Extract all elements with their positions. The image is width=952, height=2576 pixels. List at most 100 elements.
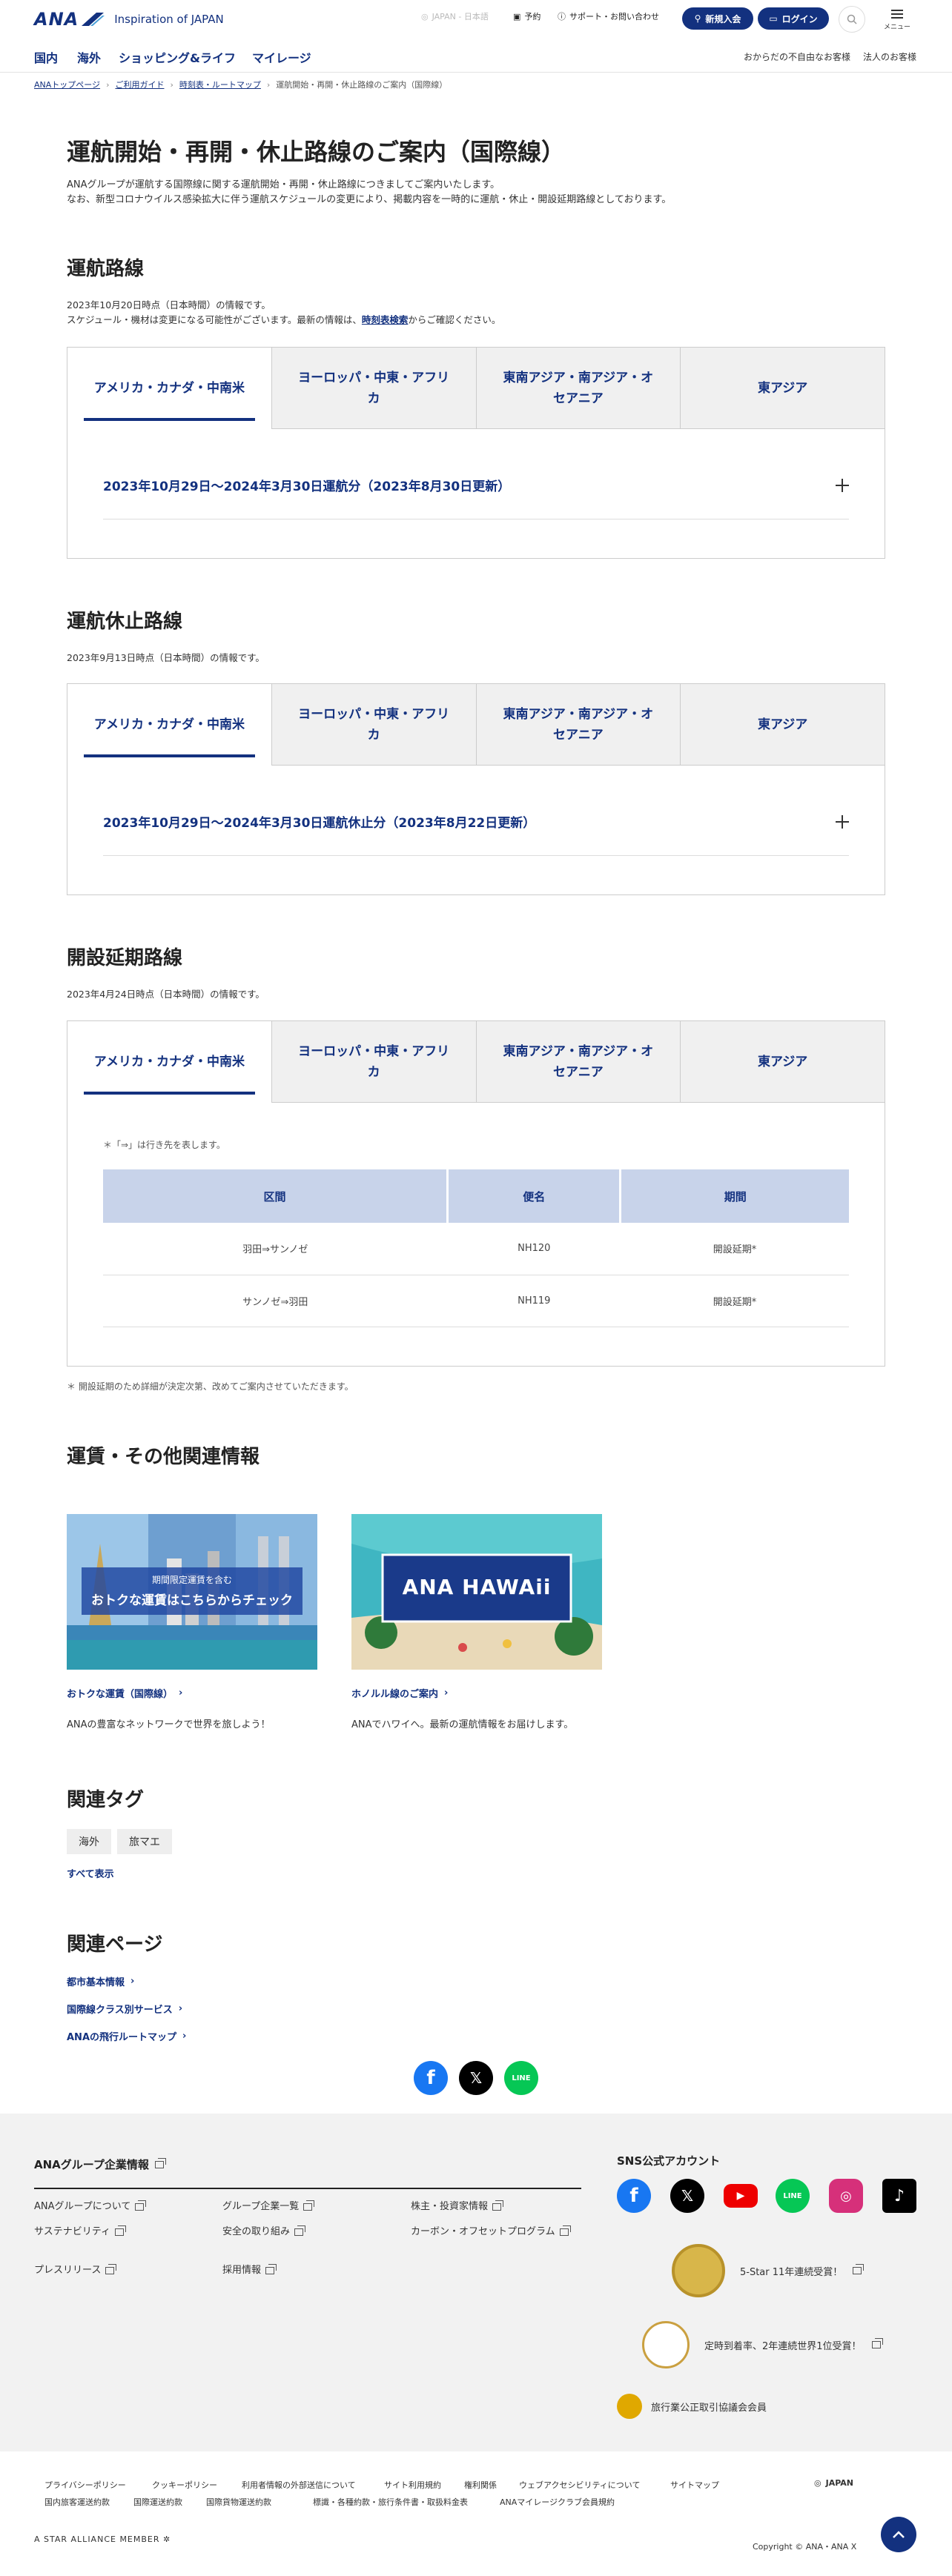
join-button[interactable]: ⚲ 新規入会 — [682, 7, 753, 30]
tab-east-asia[interactable]: 東アジア — [680, 1021, 885, 1103]
wing-icon — [80, 11, 105, 27]
related-link-route-map[interactable]: ANAの飛行ルートマップ › — [67, 2029, 186, 2043]
cirium-award[interactable]: 定時到着率、2年連続世界1位受賞！ — [642, 2321, 883, 2368]
skytrax-award[interactable]: 5-Star 11年連続受賞！ — [672, 2244, 865, 2297]
tab-southeast-asia[interactable]: 東南アジア・南アジア・オセアニア — [475, 1021, 681, 1103]
copyright: Copyright © ANA・ANA X — [753, 2542, 857, 2552]
external-link-icon — [294, 2225, 306, 2236]
amc-terms-link[interactable]: ANAマイレージクラブ会員規約 — [500, 2496, 615, 2508]
fare-description: ANAの豊富なネットワークで世界を旅しよう！ — [67, 1719, 271, 1730]
arrow-legend: ＊「⇒」は行き先を表します。 — [103, 1140, 225, 1150]
login-button[interactable]: ▭ ログイン — [758, 7, 829, 30]
nav-mileage[interactable]: マイレージ — [252, 48, 311, 66]
share-line-icon[interactable]: LINE — [504, 2061, 538, 2095]
hawaii-banner-image[interactable]: ANA HAWAii — [351, 1514, 602, 1670]
star-alliance-logo[interactable]: A STAR ALLIANCE MEMBER ✲ — [34, 2534, 171, 2544]
external-transmission-link[interactable]: 利用者情報の外部送信について — [242, 2479, 356, 2491]
tab-east-asia[interactable]: 東アジア — [680, 348, 885, 429]
back-to-top-button[interactable] — [881, 2517, 916, 2552]
cargo-carriage-link[interactable]: 国際貨物運送約款 — [206, 2496, 271, 2508]
corp-link-sustainability[interactable]: サステナビリティ — [34, 2225, 126, 2240]
corp-link-investors[interactable]: 株主・投資家情報 — [411, 2200, 504, 2214]
intro-text: ANAグループが運航する国際線に関する運航開始・再開・休止路線につきましてご案内… — [67, 179, 672, 205]
column-header: 区間 — [103, 1169, 448, 1223]
fare-banner-image[interactable]: 期間限定運賃を含む おトクな運賃はこちらからチェック — [67, 1514, 317, 1670]
timetable-search-link[interactable]: 時刻表検索 — [362, 314, 409, 325]
tab-southeast-asia[interactable]: 東南アジア・南アジア・オセアニア — [475, 348, 681, 429]
accessibility-link[interactable]: ウェブアクセシビリティについて — [519, 2479, 640, 2491]
flight-cell: NH119 — [447, 1275, 621, 1327]
tab-europe[interactable]: ヨーロッパ・中東・アフリカ — [271, 684, 476, 766]
corp-link-careers[interactable]: 採用情報 — [222, 2263, 277, 2278]
domestic-carriage-link[interactable]: 国内旅客運送約款 — [44, 2496, 110, 2508]
tab-southeast-asia[interactable]: 東南アジア・南アジア・オセアニア — [475, 684, 681, 766]
youtube-icon[interactable]: ▶ — [724, 2184, 758, 2208]
fare-link[interactable]: おトクな運賃（国際線） › — [67, 1686, 317, 1700]
plus-icon — [836, 814, 849, 829]
chevron-right-icon: › — [106, 79, 110, 90]
tag-overseas[interactable]: 海外 — [67, 1829, 111, 1854]
support-link[interactable]: ⓘ サポート・お問い合わせ — [558, 10, 659, 22]
corp-link-safety[interactable]: 安全の取り組み — [222, 2225, 306, 2240]
tab-europe[interactable]: ヨーロッパ・中東・アフリカ — [271, 1021, 476, 1103]
external-link-icon — [559, 2225, 571, 2236]
tab-americas[interactable]: アメリカ・カナダ・中南米 — [67, 684, 271, 766]
operating-tabs: アメリカ・カナダ・中南米 ヨーロッパ・中東・アフリカ 東南アジア・南アジア・オセ… — [67, 347, 885, 559]
line-icon[interactable]: LINE — [776, 2179, 810, 2213]
terms-link[interactable]: サイト利用規約 — [384, 2479, 441, 2491]
operating-accordion[interactable]: 2023年10月29日～2024年3月30日運航分（2023年8月30日更新） — [103, 451, 849, 519]
suspended-note: 2023年9月13日時点（日本時間）の情報です。 — [67, 652, 265, 663]
breadcrumb-top[interactable]: ANAトップページ — [34, 79, 100, 90]
banner-subtitle: 期間限定運賃を含む — [151, 1575, 232, 1585]
sitemap-link[interactable]: サイトマップ — [670, 2479, 719, 2491]
honolulu-link[interactable]: ホノルル線のご案内 › — [351, 1686, 602, 1700]
intl-carriage-link[interactable]: 国際運送約款 — [133, 2496, 182, 2508]
facebook-icon[interactable]: f — [617, 2179, 651, 2213]
menu-button[interactable]: メニュー — [882, 7, 912, 31]
language-switch[interactable]: ◎ JAPAN - 日本語 — [421, 10, 489, 22]
tag-pre-trip[interactable]: 旅マエ — [117, 1829, 172, 1854]
ana-logo[interactable]: ANA Inspiration of JAPAN — [34, 9, 224, 30]
nav-accessibility[interactable]: おからだの不自由なお客様 — [744, 50, 850, 63]
external-link-icon — [135, 2200, 147, 2211]
fees-link[interactable]: 標識・各種約款・旅行条件書・取扱料金表 — [313, 2496, 468, 2508]
corp-info-heading[interactable]: ANAグループ企業情報 — [34, 2157, 166, 2172]
x-icon[interactable]: 𝕏 — [670, 2179, 704, 2213]
related-link-city-info[interactable]: 都市基本情報 › — [67, 1974, 134, 1988]
search-button[interactable] — [839, 6, 865, 33]
tiktok-icon[interactable]: ♪ — [882, 2179, 916, 2213]
suspended-accordion[interactable]: 2023年10月29日～2024年3月30日運航休止分（2023年8月22日更新… — [103, 788, 849, 856]
related-link-class-service[interactable]: 国際線クラス別サービス › — [67, 2002, 182, 2016]
tab-americas[interactable]: アメリカ・カナダ・中南米 — [67, 1021, 271, 1103]
tab-americas[interactable]: アメリカ・カナダ・中南米 — [67, 348, 271, 429]
nav-shopping-life[interactable]: ショッピング&ライフ — [119, 48, 236, 66]
share-facebook-icon[interactable]: f — [414, 2061, 448, 2095]
rights-link[interactable]: 権利関係 — [464, 2479, 497, 2491]
calendar-icon: ▣ — [513, 11, 521, 21]
instagram-icon[interactable]: ◎ — [829, 2179, 863, 2213]
nav-international[interactable]: 海外 — [77, 48, 101, 66]
search-icon — [847, 14, 857, 24]
breadcrumb-timetable[interactable]: 時刻表・ルートマップ — [179, 79, 261, 90]
corp-link-press[interactable]: プレスリリース — [34, 2263, 117, 2278]
nav-domestic[interactable]: 国内 — [34, 48, 58, 66]
tab-east-asia[interactable]: 東アジア — [680, 684, 885, 766]
cookie-link[interactable]: クッキーポリシー — [152, 2479, 217, 2491]
breadcrumb: ANAトップページ › ご利用ガイド › 時刻表・ルートマップ › 運航開始・再開・休… — [34, 79, 447, 90]
tab-europe[interactable]: ヨーロッパ・中東・アフリカ — [271, 348, 476, 429]
suspended-title: 運航休止路線 — [67, 611, 183, 633]
corp-link-group-companies[interactable]: グループ企業一覧 — [222, 2200, 315, 2214]
share-x-icon[interactable]: 𝕏 — [459, 2061, 493, 2095]
operating-title: 運航路線 — [67, 258, 145, 280]
reserve-link[interactable]: ▣ 予約 — [513, 10, 541, 22]
region-selector[interactable]: ◎ JAPAN — [814, 2478, 853, 2488]
related-tags-title: 関連タグ — [67, 1789, 145, 1811]
nav-corporate[interactable]: 法人のお客様 — [863, 50, 916, 63]
corp-link-carbon-offset[interactable]: カーボン・オフセットプログラム — [411, 2225, 581, 2240]
privacy-link[interactable]: プライバシーポリシー — [44, 2479, 126, 2491]
breadcrumb-guide[interactable]: ご利用ガイド — [115, 79, 164, 90]
skytrax-badge-icon — [672, 2244, 725, 2297]
corp-link-about[interactable]: ANAグループについて — [34, 2200, 147, 2214]
show-all-tags-link[interactable]: すべて表示 — [67, 1866, 114, 1880]
page-title: 運航開始・再開・休止路線のご案内（国際線） — [67, 138, 566, 166]
